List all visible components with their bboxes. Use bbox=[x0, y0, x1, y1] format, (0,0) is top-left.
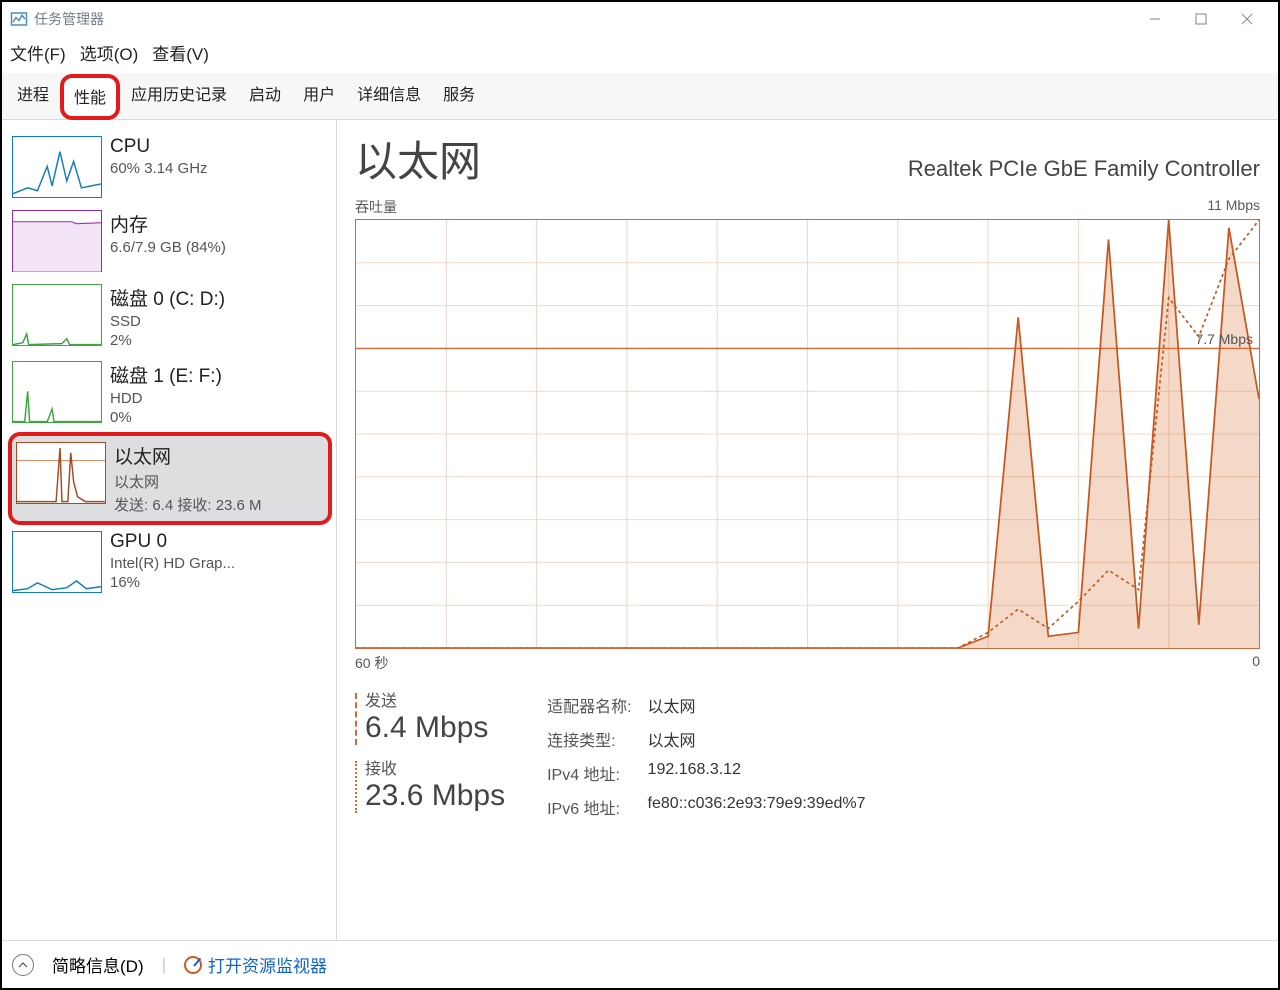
sidebar-thumb-ethernet bbox=[16, 442, 106, 504]
sidebar-thumb-cpu bbox=[12, 136, 102, 198]
menu-file[interactable]: 文件(F) bbox=[10, 40, 66, 65]
dash-icon bbox=[355, 693, 357, 745]
chevron-up-icon[interactable] bbox=[12, 954, 34, 976]
tab-processes[interactable]: 进程 bbox=[6, 74, 60, 120]
sidebar-item-ethernet[interactable]: 以太网 以太网 发送: 6.4 接收: 23.6 M bbox=[8, 432, 332, 525]
info-ipv4-label: IPv4 地址: bbox=[547, 757, 645, 789]
adapter-info-table: 适配器名称:以太网 连接类型:以太网 IPv4 地址:192.168.3.12 … bbox=[545, 687, 881, 825]
tab-services[interactable]: 服务 bbox=[432, 74, 486, 120]
sidebar-sub-disk1-2: 0% bbox=[110, 409, 222, 426]
footer: 简略信息(D) | 打开资源监视器 bbox=[2, 940, 1278, 988]
sidebar-title-disk1: 磁盘 1 (E: F:) bbox=[110, 361, 222, 388]
tab-app-history[interactable]: 应用历史记录 bbox=[120, 74, 238, 120]
main-panel: 以太网 Realtek PCIe GbE Family Controller 吞… bbox=[337, 120, 1278, 940]
sidebar-sub-gpu-1: Intel(R) HD Grap... bbox=[110, 555, 235, 572]
menu-options[interactable]: 选项(O) bbox=[80, 40, 139, 65]
chart-ymax: 11 Mbps bbox=[1207, 197, 1260, 217]
sidebar-thumb-disk0 bbox=[12, 284, 102, 346]
menubar: 文件(F) 选项(O) 查看(V) bbox=[2, 36, 1278, 73]
send-value: 6.4 Mbps bbox=[365, 711, 488, 745]
resource-monitor-icon bbox=[184, 956, 202, 974]
sidebar-sub-disk1-1: HDD bbox=[110, 390, 222, 407]
app-icon bbox=[10, 10, 28, 28]
sidebar-item-disk1[interactable]: 磁盘 1 (E: F:) HDD 0% bbox=[8, 355, 332, 432]
sidebar: CPU 60% 3.14 GHz 内存 6.6/7.9 GB (84%) 磁盘 … bbox=[2, 120, 337, 940]
sidebar-sub-ethernet-2: 发送: 6.4 接收: 23.6 M bbox=[114, 494, 262, 515]
stat-send: 发送 6.4 Mbps bbox=[355, 687, 505, 745]
info-conn-type-label: 连接类型: bbox=[547, 723, 645, 755]
sidebar-sub-cpu: 60% 3.14 GHz bbox=[110, 160, 208, 177]
sidebar-item-memory[interactable]: 内存 6.6/7.9 GB (84%) bbox=[8, 204, 332, 278]
sidebar-thumb-gpu bbox=[12, 531, 102, 593]
dotted-icon bbox=[355, 761, 357, 813]
recv-value: 23.6 Mbps bbox=[365, 779, 505, 813]
stat-recv: 接收 23.6 Mbps bbox=[355, 755, 505, 813]
sidebar-title-memory: 内存 bbox=[110, 210, 226, 237]
sidebar-thumb-disk1 bbox=[12, 361, 102, 423]
close-button[interactable] bbox=[1224, 4, 1270, 34]
chart-xleft: 60 秒 bbox=[355, 653, 388, 673]
sidebar-title-ethernet: 以太网 bbox=[114, 442, 262, 469]
titlebar: 任务管理器 bbox=[2, 2, 1278, 36]
chart-xright: 0 bbox=[1252, 653, 1260, 673]
sidebar-sub-disk0-2: 2% bbox=[110, 332, 225, 349]
tabstrip: 进程 性能 应用历史记录 启动 用户 详细信息 服务 bbox=[2, 73, 1278, 120]
chart-label: 吞吐量 bbox=[355, 197, 397, 217]
tab-details[interactable]: 详细信息 bbox=[346, 74, 432, 120]
tab-users[interactable]: 用户 bbox=[292, 74, 346, 120]
info-ipv4: 192.168.3.12 bbox=[648, 757, 880, 789]
brief-info-button[interactable]: 简略信息(D) bbox=[52, 952, 144, 977]
maximize-button[interactable] bbox=[1178, 4, 1224, 34]
sidebar-title-disk0: 磁盘 0 (C: D:) bbox=[110, 284, 225, 311]
info-conn-type: 以太网 bbox=[648, 723, 880, 755]
info-ipv6-label: IPv6 地址: bbox=[547, 791, 645, 823]
sidebar-item-disk0[interactable]: 磁盘 0 (C: D:) SSD 2% bbox=[8, 278, 332, 355]
sidebar-sub-disk0-1: SSD bbox=[110, 313, 225, 330]
menu-view[interactable]: 查看(V) bbox=[152, 40, 209, 65]
open-resource-monitor-link[interactable]: 打开资源监视器 bbox=[184, 952, 327, 977]
open-resource-monitor-label: 打开资源监视器 bbox=[208, 952, 327, 977]
info-ipv6: fe80::c036:2e93:79e9:39ed%7 bbox=[648, 791, 880, 823]
info-adapter-name-label: 适配器名称: bbox=[547, 689, 645, 721]
body: CPU 60% 3.14 GHz 内存 6.6/7.9 GB (84%) 磁盘 … bbox=[2, 120, 1278, 940]
tab-performance[interactable]: 性能 bbox=[60, 74, 120, 120]
window-title: 任务管理器 bbox=[34, 9, 104, 29]
info-adapter-name: 以太网 bbox=[648, 689, 880, 721]
sidebar-thumb-memory bbox=[12, 210, 102, 272]
sidebar-title-cpu: CPU bbox=[110, 136, 208, 158]
tab-startup[interactable]: 启动 bbox=[238, 74, 292, 120]
sidebar-title-gpu: GPU 0 bbox=[110, 531, 235, 553]
sidebar-item-cpu[interactable]: CPU 60% 3.14 GHz bbox=[8, 130, 332, 204]
main-title: 以太网 bbox=[355, 128, 481, 189]
sidebar-sub-memory: 6.6/7.9 GB (84%) bbox=[110, 239, 226, 256]
send-label: 发送 bbox=[365, 687, 488, 711]
minimize-button[interactable] bbox=[1132, 4, 1178, 34]
chart-reference-label: 7.7 Mbps bbox=[1195, 331, 1253, 347]
sidebar-sub-gpu-2: 16% bbox=[110, 574, 235, 591]
sidebar-item-gpu[interactable]: GPU 0 Intel(R) HD Grap... 16% bbox=[8, 525, 332, 599]
throughput-chart: 7.7 Mbps bbox=[355, 219, 1260, 649]
recv-label: 接收 bbox=[365, 755, 505, 779]
adapter-full-name: Realtek PCIe GbE Family Controller bbox=[908, 156, 1260, 182]
sidebar-sub-ethernet-1: 以太网 bbox=[114, 471, 262, 492]
